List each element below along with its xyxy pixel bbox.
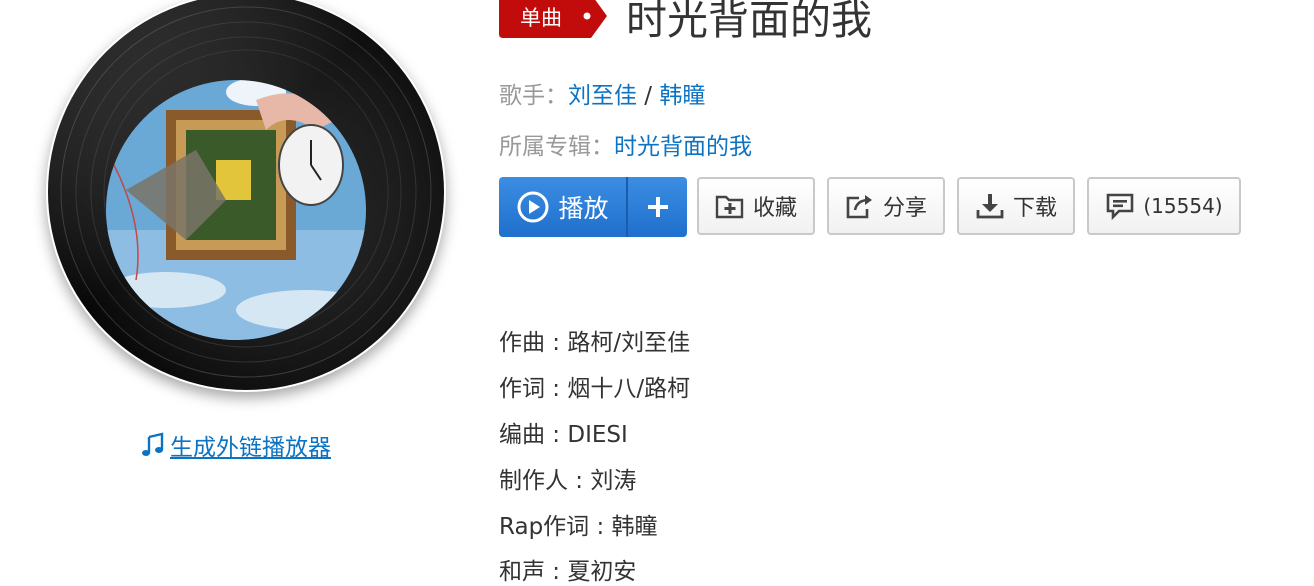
credit-composer: 作曲 : 路柯/刘至佳 [499, 330, 691, 356]
singer-row: 歌手：刘至佳 / 韩瞳 [499, 76, 705, 110]
single-badge-label: 单曲 [520, 6, 562, 30]
download-button[interactable]: 下载 [957, 177, 1075, 235]
comment-button[interactable]: (15554) [1087, 177, 1241, 235]
album-disc [46, 0, 446, 392]
share-button[interactable]: 分享 [827, 177, 945, 235]
comment-count: (15554) [1143, 194, 1223, 218]
share-label: 分享 [882, 196, 927, 221]
collect-button[interactable]: 收藏 [697, 177, 815, 235]
singer-separator: / [637, 83, 660, 109]
album-row: 所属专辑：时光背面的我 [499, 127, 752, 161]
generate-outchain-player-link[interactable]: 生成外链播放器 [140, 428, 331, 462]
credit-backing-vocals: 和声 : 夏初安 [499, 559, 637, 585]
credit-rap-lyricist: Rap作词 : 韩瞳 [499, 514, 658, 540]
folder-add-icon [715, 195, 744, 219]
album-label: 所属专辑： [499, 134, 614, 160]
play-button-group: 播放 [499, 177, 687, 237]
credit-lyricist: 作词 : 烟十八/路柯 [499, 376, 691, 402]
play-button[interactable]: 播放 [499, 177, 626, 237]
collect-label: 收藏 [752, 196, 797, 221]
singer-link-2[interactable]: 韩瞳 [659, 83, 705, 109]
credit-producer: 制作人 : 刘涛 [499, 468, 637, 494]
comment-icon [1107, 193, 1134, 220]
outchain-label[interactable]: 生成外链播放器 [170, 428, 331, 462]
singer-link-1[interactable]: 刘至佳 [568, 83, 637, 109]
plus-icon [647, 197, 668, 217]
music-note-icon [142, 432, 164, 456]
credit-arranger: 编曲 : DIESI [499, 422, 628, 448]
download-icon [976, 194, 1004, 219]
album-link[interactable]: 时光背面的我 [614, 134, 752, 160]
share-icon [846, 195, 872, 219]
download-label: 下载 [1012, 196, 1057, 221]
play-label: 播放 [558, 194, 609, 223]
add-to-playlist-button[interactable] [628, 177, 687, 237]
singer-label: 歌手： [499, 83, 568, 109]
song-title: 时光背面的我 [626, 0, 872, 44]
play-icon [517, 191, 549, 223]
album-cover-art [106, 80, 366, 340]
album-cover[interactable] [106, 80, 366, 340]
